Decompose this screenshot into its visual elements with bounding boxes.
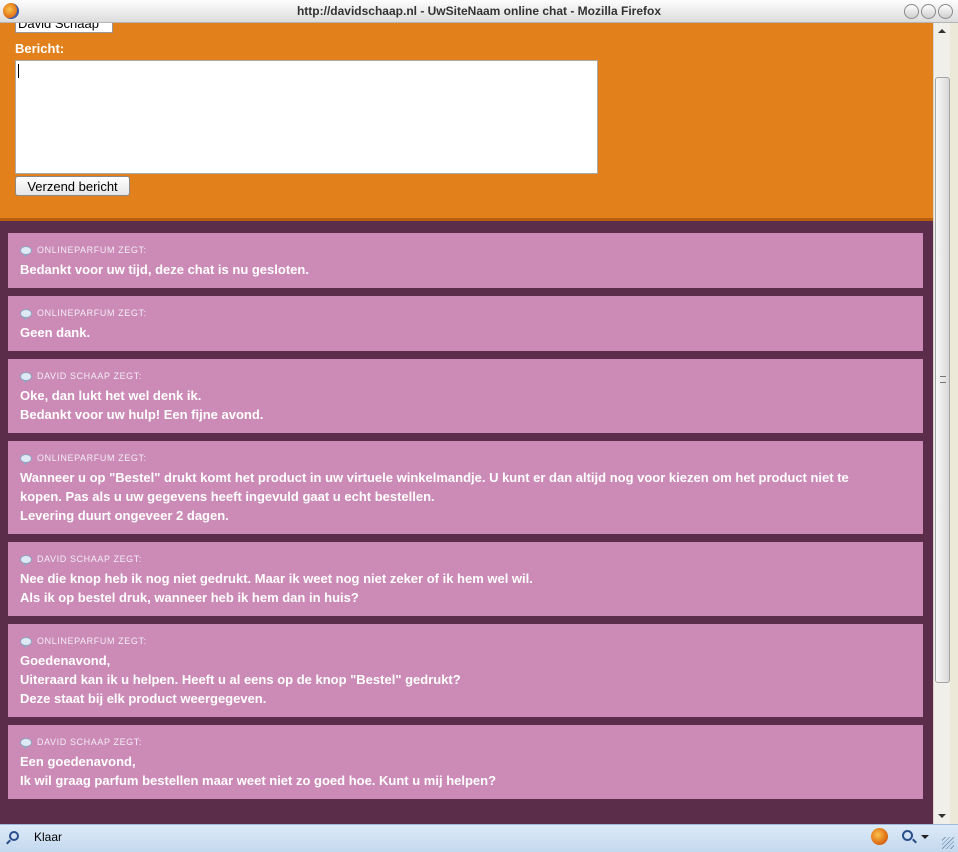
chat-bubble-icon xyxy=(20,453,32,465)
message-author: ONLINEPARFUM ZEGT: xyxy=(37,636,147,646)
chat-bubble-icon xyxy=(20,636,32,648)
message-text: Als ik op bestel druk, wanneer heb ik he… xyxy=(20,590,359,605)
message-author: ONLINEPARFUM ZEGT: xyxy=(37,245,147,255)
message-text: Deze staat bij elk product weergegeven. xyxy=(20,691,267,706)
window-titlebar: http://davidschaap.nl - UwSiteNaam onlin… xyxy=(0,0,958,23)
message-text: Goedenavond, xyxy=(20,653,111,668)
firefox-icon[interactable] xyxy=(871,828,888,845)
chat-bubble-icon xyxy=(20,737,32,749)
chevron-down-icon[interactable] xyxy=(921,835,929,839)
message-text: Levering duurt ongeveer 2 dagen. xyxy=(20,508,229,523)
chat-message: ONLINEPARFUM ZEGT: Wanneer u op "Bestel" … xyxy=(8,441,923,534)
message-header: DAVID SCHAAP ZEGT: xyxy=(20,736,911,749)
scroll-up-icon[interactable] xyxy=(934,23,951,40)
status-text: Klaar xyxy=(34,830,63,844)
text-caret xyxy=(18,64,19,78)
message-author: DAVID SCHAAP ZEGT: xyxy=(37,737,142,747)
chat-message: DAVID SCHAAP ZEGT: Oke, dan lukt het wel … xyxy=(8,359,923,433)
chat-message: ONLINEPARFUM ZEGT: Bedankt voor uw tijd, … xyxy=(8,233,923,288)
message-author: ONLINEPARFUM ZEGT: xyxy=(37,453,147,463)
maximize-button[interactable] xyxy=(921,4,936,19)
chat-message: DAVID SCHAAP ZEGT: Nee die knop heb ik no… xyxy=(8,542,923,616)
zoom-icon[interactable] xyxy=(902,830,913,841)
search-icon xyxy=(9,831,19,841)
vertical-scrollbar[interactable] xyxy=(933,23,950,824)
message-text: Geen dank. xyxy=(20,325,91,340)
resize-grip-icon[interactable] xyxy=(942,837,954,849)
page-viewport: David Schaap Bericht: Verzend bericht ON… xyxy=(0,23,933,824)
message-input[interactable] xyxy=(15,60,598,174)
name-field[interactable]: David Schaap xyxy=(15,23,113,33)
message-text: Bedankt voor uw hulp! Een fijne avond. xyxy=(20,407,264,422)
status-bar: Klaar xyxy=(0,824,958,852)
message-text: Een goedenavond, xyxy=(20,754,136,769)
message-text: Ik wil graag parfum bestellen maar weet … xyxy=(20,773,497,788)
message-text: Uiteraard kan ik u helpen. Heeft u al ee… xyxy=(20,672,461,687)
message-text: Oke, dan lukt het wel denk ik. xyxy=(20,388,202,403)
chat-bubble-icon xyxy=(20,308,32,320)
scroll-down-icon[interactable] xyxy=(934,807,951,824)
message-text: Wanneer u op "Bestel" drukt komt het pro… xyxy=(20,470,849,485)
message-header: DAVID SCHAAP ZEGT: xyxy=(20,370,911,383)
chat-bubble-icon xyxy=(20,245,32,257)
message-header: ONLINEPARFUM ZEGT: xyxy=(20,452,911,465)
message-header: ONLINEPARFUM ZEGT: xyxy=(20,635,911,648)
message-text: kopen. Pas als u uw gegevens heeft ingev… xyxy=(20,489,435,504)
chat-message: ONLINEPARFUM ZEGT: Goedenavond, Uiteraard … xyxy=(8,624,923,717)
window-title: http://davidschaap.nl - UwSiteNaam onlin… xyxy=(296,4,662,18)
window-edge xyxy=(950,23,958,824)
message-header: ONLINEPARFUM ZEGT: xyxy=(20,244,911,257)
send-button[interactable]: Verzend bericht xyxy=(15,176,130,196)
message-label: Bericht: xyxy=(15,41,65,56)
message-author: DAVID SCHAAP ZEGT: xyxy=(37,554,142,564)
close-button[interactable] xyxy=(938,4,953,19)
message-header: ONLINEPARFUM ZEGT: xyxy=(20,307,911,320)
message-header: DAVID SCHAAP ZEGT: xyxy=(20,553,911,566)
message-author: ONLINEPARFUM ZEGT: xyxy=(37,308,147,318)
message-text: Nee die knop heb ik nog niet gedrukt. Ma… xyxy=(20,571,533,586)
chat-bubble-icon xyxy=(20,554,32,566)
message-list: ONLINEPARFUM ZEGT: Bedankt voor uw tijd, … xyxy=(8,233,923,807)
minimize-button[interactable] xyxy=(904,4,919,19)
chat-message: ONLINEPARFUM ZEGT: Geen dank. xyxy=(8,296,923,351)
chat-form: David Schaap Bericht: Verzend bericht xyxy=(0,23,933,221)
grip-icon xyxy=(940,376,946,383)
chat-message: DAVID SCHAAP ZEGT: Een goedenavond, Ik wil… xyxy=(8,725,923,799)
scroll-thumb[interactable] xyxy=(935,77,950,683)
message-text: Bedankt voor uw tijd, deze chat is nu ge… xyxy=(20,262,309,277)
message-author: DAVID SCHAAP ZEGT: xyxy=(37,371,142,381)
chat-bubble-icon xyxy=(20,371,32,383)
